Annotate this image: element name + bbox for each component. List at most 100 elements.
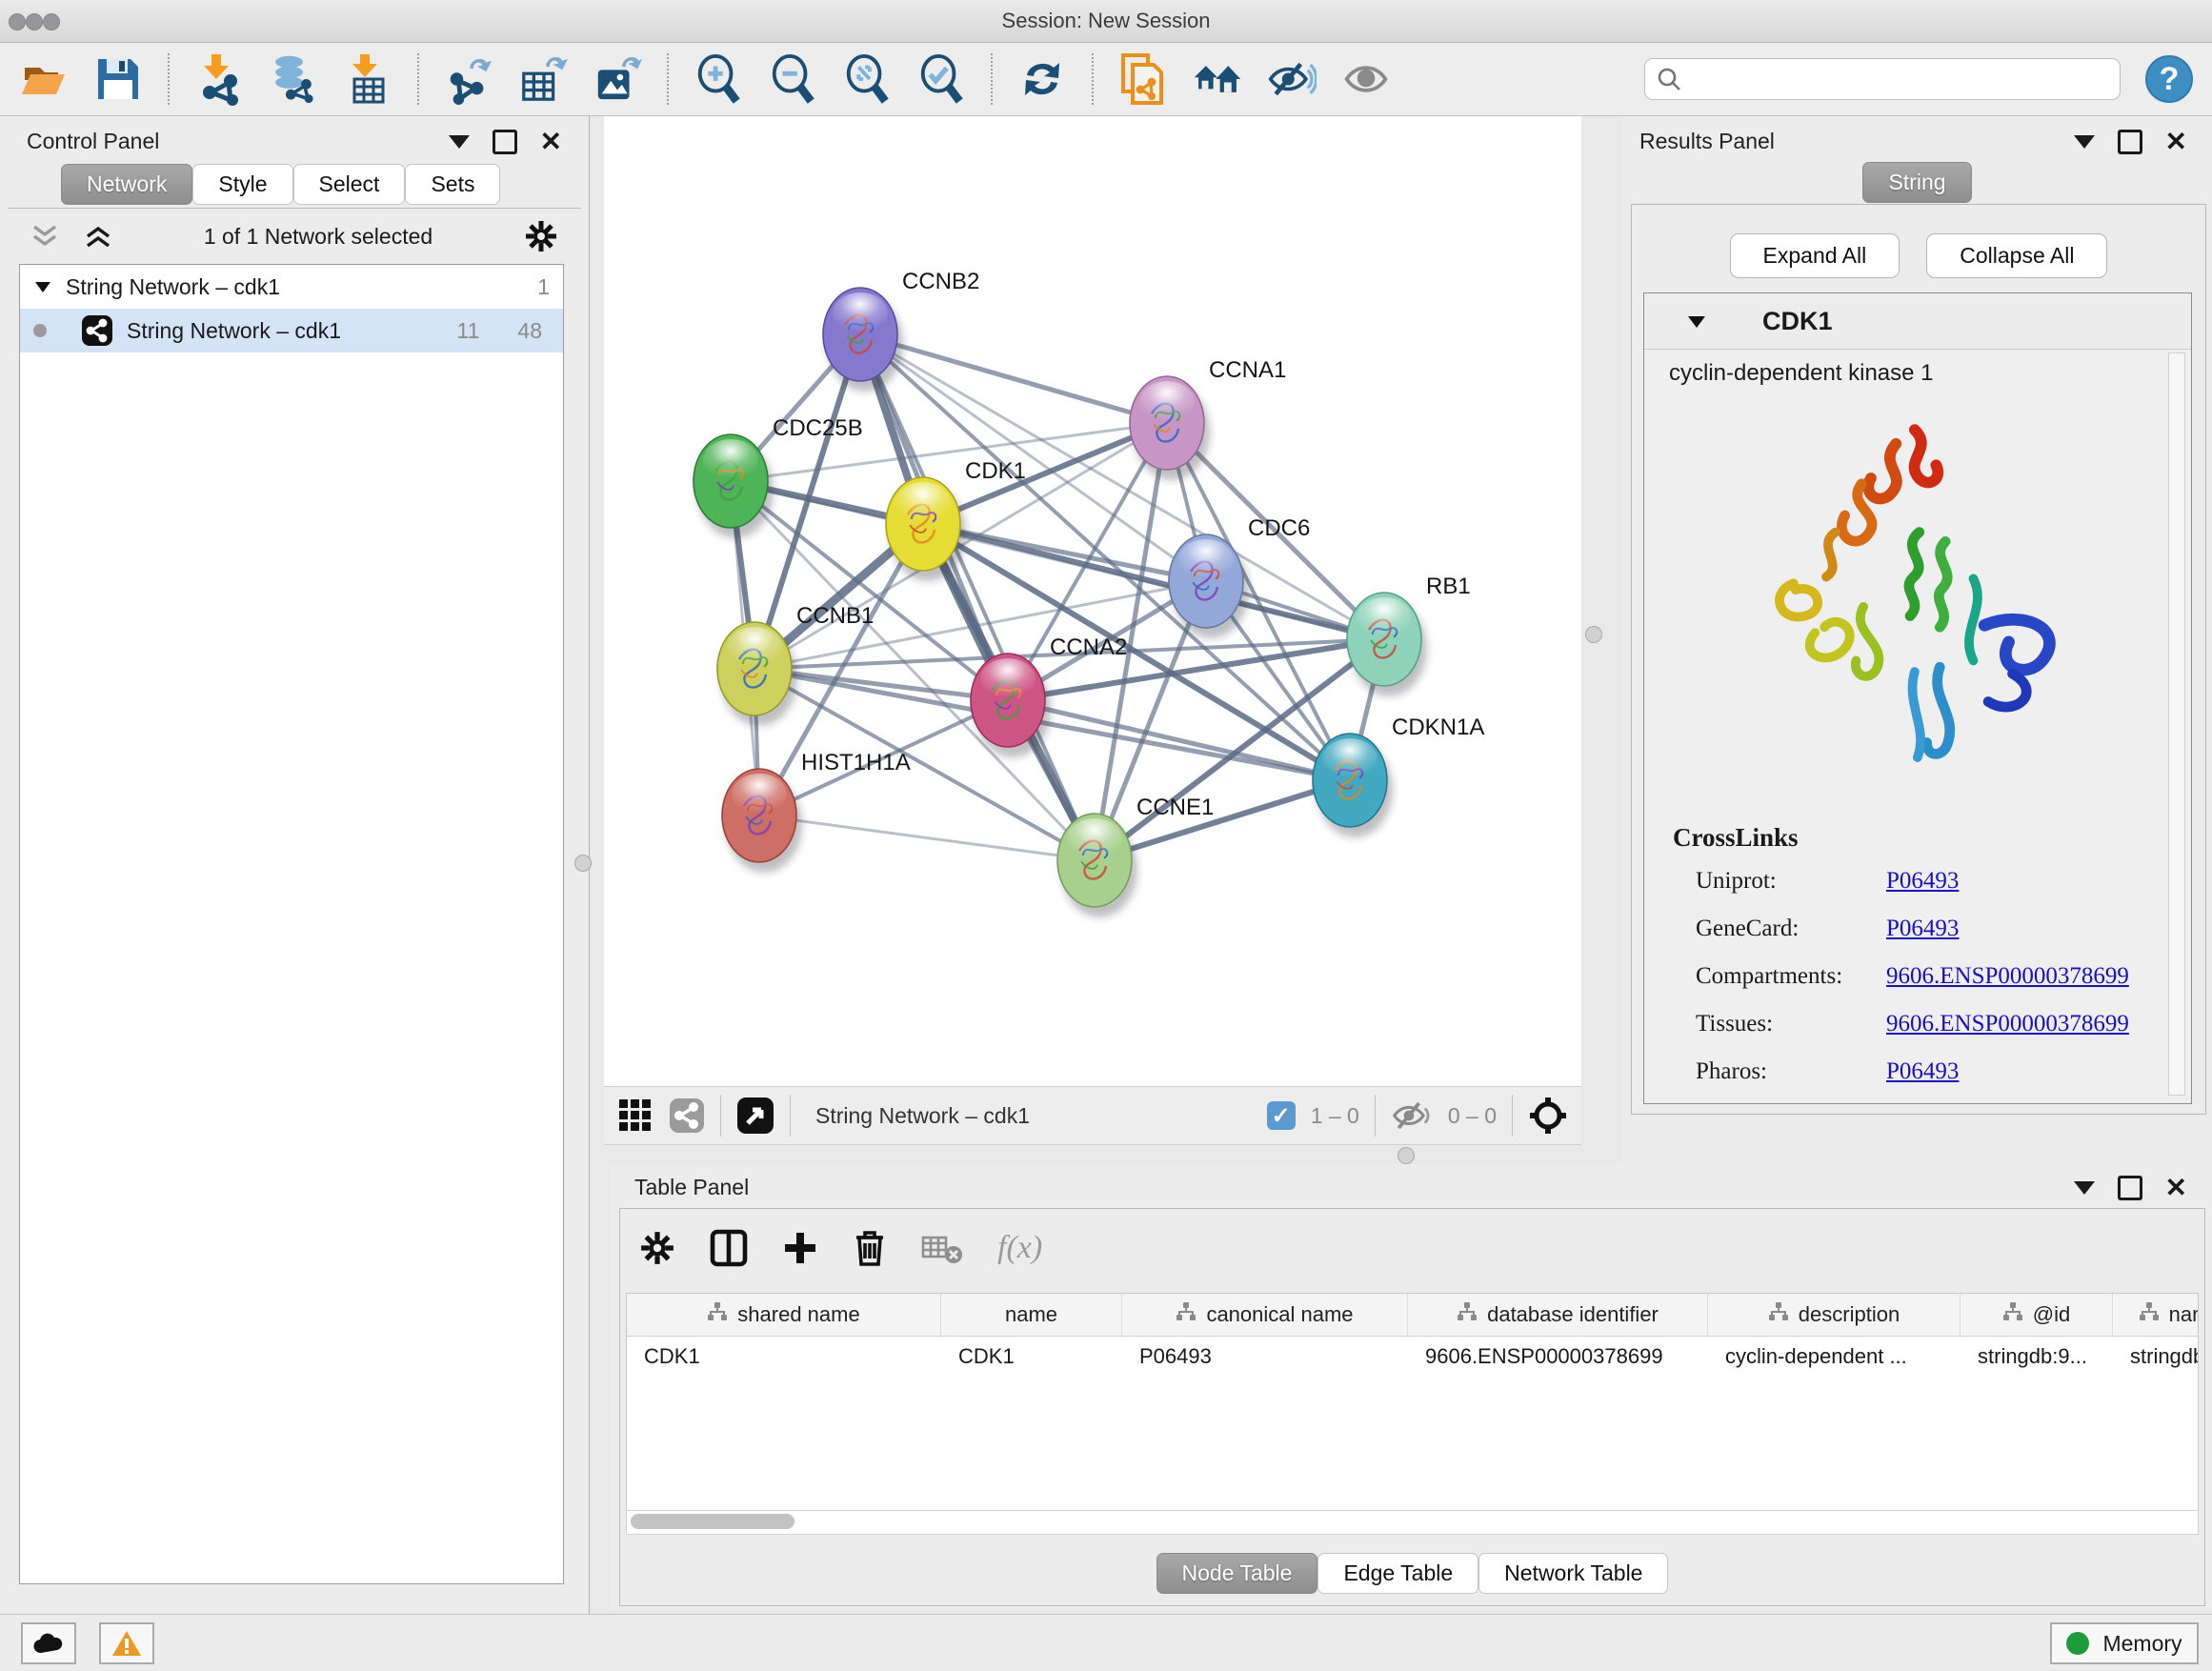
table-cell[interactable]: 9606.ENSP00000378699 <box>1408 1337 1708 1377</box>
delete-table-icon[interactable] <box>921 1232 963 1264</box>
node-HIST1H1A[interactable] <box>722 769 802 873</box>
tab-network-table[interactable]: Network Table <box>1478 1553 1668 1594</box>
node-RB1[interactable] <box>1347 593 1427 696</box>
table-cell[interactable]: CDK1 <box>627 1337 941 1377</box>
grid-view-icon[interactable] <box>617 1097 654 1134</box>
node-CCNB2[interactable] <box>823 288 903 392</box>
left-splitter-handle[interactable] <box>574 855 592 872</box>
table-cell[interactable]: stringdb:9... <box>1961 1337 2113 1377</box>
table-cell[interactable]: cyclin-dependent ... <box>1708 1337 1961 1377</box>
tab-node-table[interactable]: Node Table <box>1156 1553 1318 1594</box>
node-CCNE1[interactable] <box>1057 814 1137 917</box>
zoom-fit-content-button[interactable] <box>842 54 892 104</box>
network-canvas[interactable]: CCNB2CCNA1CDC25BCDK1CDC6RB1CCNB1CCNA2CDK… <box>604 116 1581 1086</box>
tab-edge-table[interactable]: Edge Table <box>1317 1553 1478 1594</box>
crosslink-link[interactable]: P06493 <box>1886 868 1959 895</box>
column-header-canonical-name[interactable]: canonical name <box>1122 1294 1408 1336</box>
search-input[interactable] <box>1689 66 2108 92</box>
table-options-gear-icon[interactable] <box>639 1230 675 1266</box>
column-header-namespace[interactable]: namespace <box>2113 1294 2199 1336</box>
save-session-button[interactable] <box>93 54 143 104</box>
gene-header-row[interactable]: CDK1 <box>1644 293 2191 350</box>
table-panel-close-icon[interactable]: ✕ <box>2165 1178 2187 1198</box>
node-table-box: f(x) shared namenamecanonical namedataba… <box>619 1208 2205 1606</box>
gene-expander-icon[interactable] <box>1686 313 1707 330</box>
expand-all-button[interactable]: Expand All <box>1730 233 1900 278</box>
import-network-file-button[interactable] <box>194 54 244 104</box>
control-panel-float-icon[interactable] <box>493 130 517 154</box>
function-builder-icon[interactable]: f(x) <box>997 1230 1042 1266</box>
network-collection-row[interactable]: String Network – cdk1 1 <box>20 265 563 309</box>
zoom-in-button[interactable] <box>694 54 743 104</box>
node-CDC6[interactable] <box>1169 534 1249 638</box>
delete-column-trash-icon[interactable] <box>853 1229 887 1267</box>
edge-CCNE1-HIST1H1A[interactable] <box>759 815 1095 860</box>
table-cell[interactable]: stringdb <box>2113 1337 2199 1377</box>
fit-selected-crosshair-icon[interactable] <box>1528 1096 1568 1136</box>
tree-expander-icon[interactable] <box>33 279 52 294</box>
node-CDC25B[interactable] <box>694 434 774 538</box>
help-button[interactable]: ? <box>2145 55 2193 103</box>
separator <box>720 1095 721 1137</box>
column-header-shared-name[interactable]: shared name <box>627 1294 941 1336</box>
network-view-icon[interactable] <box>669 1097 705 1134</box>
crosslink-link[interactable]: P06493 <box>1886 1058 1959 1085</box>
export-network-button[interactable] <box>444 54 493 104</box>
table-panel-float-icon[interactable] <box>2118 1176 2142 1200</box>
crosslink-link[interactable]: P06493 <box>1886 916 1959 942</box>
results-panel-float-icon[interactable] <box>2118 130 2142 154</box>
export-image-button[interactable] <box>593 54 642 104</box>
cloud-status-button[interactable] <box>21 1622 76 1664</box>
control-panel-menu-icon[interactable] <box>449 135 470 149</box>
add-column-icon[interactable] <box>782 1230 818 1266</box>
crosslink-link[interactable]: 9606.ENSP00000378699 <box>1886 963 2129 990</box>
collapse-all-icon[interactable] <box>30 224 59 249</box>
table-cell[interactable]: P06493 <box>1122 1337 1408 1377</box>
toolbar-search[interactable] <box>1644 58 2121 100</box>
results-panel-menu-icon[interactable] <box>2074 135 2095 149</box>
show-all-button[interactable] <box>1341 54 1391 104</box>
show-columns-icon[interactable] <box>710 1229 748 1267</box>
expand-all-icon[interactable] <box>84 224 112 249</box>
zoom-selected-button[interactable] <box>916 54 966 104</box>
results-scrollbar[interactable] <box>2168 352 2185 1096</box>
open-session-button[interactable] <box>19 54 69 104</box>
tab-string[interactable]: String <box>1862 162 1971 203</box>
scrollbar-thumb[interactable] <box>631 1514 794 1529</box>
selected-indicator-checkbox[interactable]: ✓ <box>1267 1101 1296 1130</box>
birds-eye-view-icon[interactable] <box>736 1097 774 1135</box>
zoom-out-button[interactable] <box>768 54 817 104</box>
hide-selection-button[interactable] <box>1267 54 1317 104</box>
table-horizontal-scrollbar[interactable] <box>626 1510 2199 1535</box>
hidden-eye-slash-icon[interactable] <box>1391 1097 1433 1134</box>
edge-CCNB2-CCNE1[interactable] <box>860 334 1095 860</box>
results-panel-close-icon[interactable]: ✕ <box>2165 132 2187 151</box>
column-header-name[interactable]: name <box>941 1294 1122 1336</box>
table-panel-menu-icon[interactable] <box>2074 1181 2095 1195</box>
column-header-database-identifier[interactable]: database identifier <box>1408 1294 1708 1336</box>
column-header-@id[interactable]: @id <box>1961 1294 2113 1336</box>
export-table-button[interactable] <box>518 54 568 104</box>
first-neighbors-button[interactable] <box>1193 54 1242 104</box>
memory-button[interactable]: Memory <box>2050 1622 2199 1664</box>
column-header-description[interactable]: description <box>1708 1294 1961 1336</box>
control-panel-close-icon[interactable]: ✕ <box>540 132 562 151</box>
crosslink-link[interactable]: 9606.ENSP00000378699 <box>1886 1011 2129 1037</box>
import-network-database-button[interactable] <box>269 54 318 104</box>
apply-layout-button[interactable] <box>1017 54 1067 104</box>
bottom-splitter-handle[interactable] <box>1398 1147 1415 1164</box>
collapse-all-button[interactable]: Collapse All <box>1926 233 2107 278</box>
tab-sets[interactable]: Sets <box>405 164 500 205</box>
network-row[interactable]: String Network – cdk1 11 48 <box>20 309 563 352</box>
tab-select[interactable]: Select <box>293 164 406 205</box>
node-CDKN1A[interactable] <box>1313 734 1393 837</box>
warnings-button[interactable] <box>99 1622 154 1664</box>
tab-network[interactable]: Network <box>61 164 192 205</box>
new-network-from-selection-button[interactable] <box>1118 54 1168 104</box>
import-table-file-button[interactable] <box>343 54 392 104</box>
table-cell[interactable]: CDK1 <box>941 1337 1122 1377</box>
column-sort-tree-icon <box>2139 1302 2160 1327</box>
tab-style[interactable]: Style <box>192 164 292 205</box>
network-options-gear-icon[interactable] <box>524 219 558 253</box>
right-splitter-handle[interactable] <box>1585 626 1602 643</box>
